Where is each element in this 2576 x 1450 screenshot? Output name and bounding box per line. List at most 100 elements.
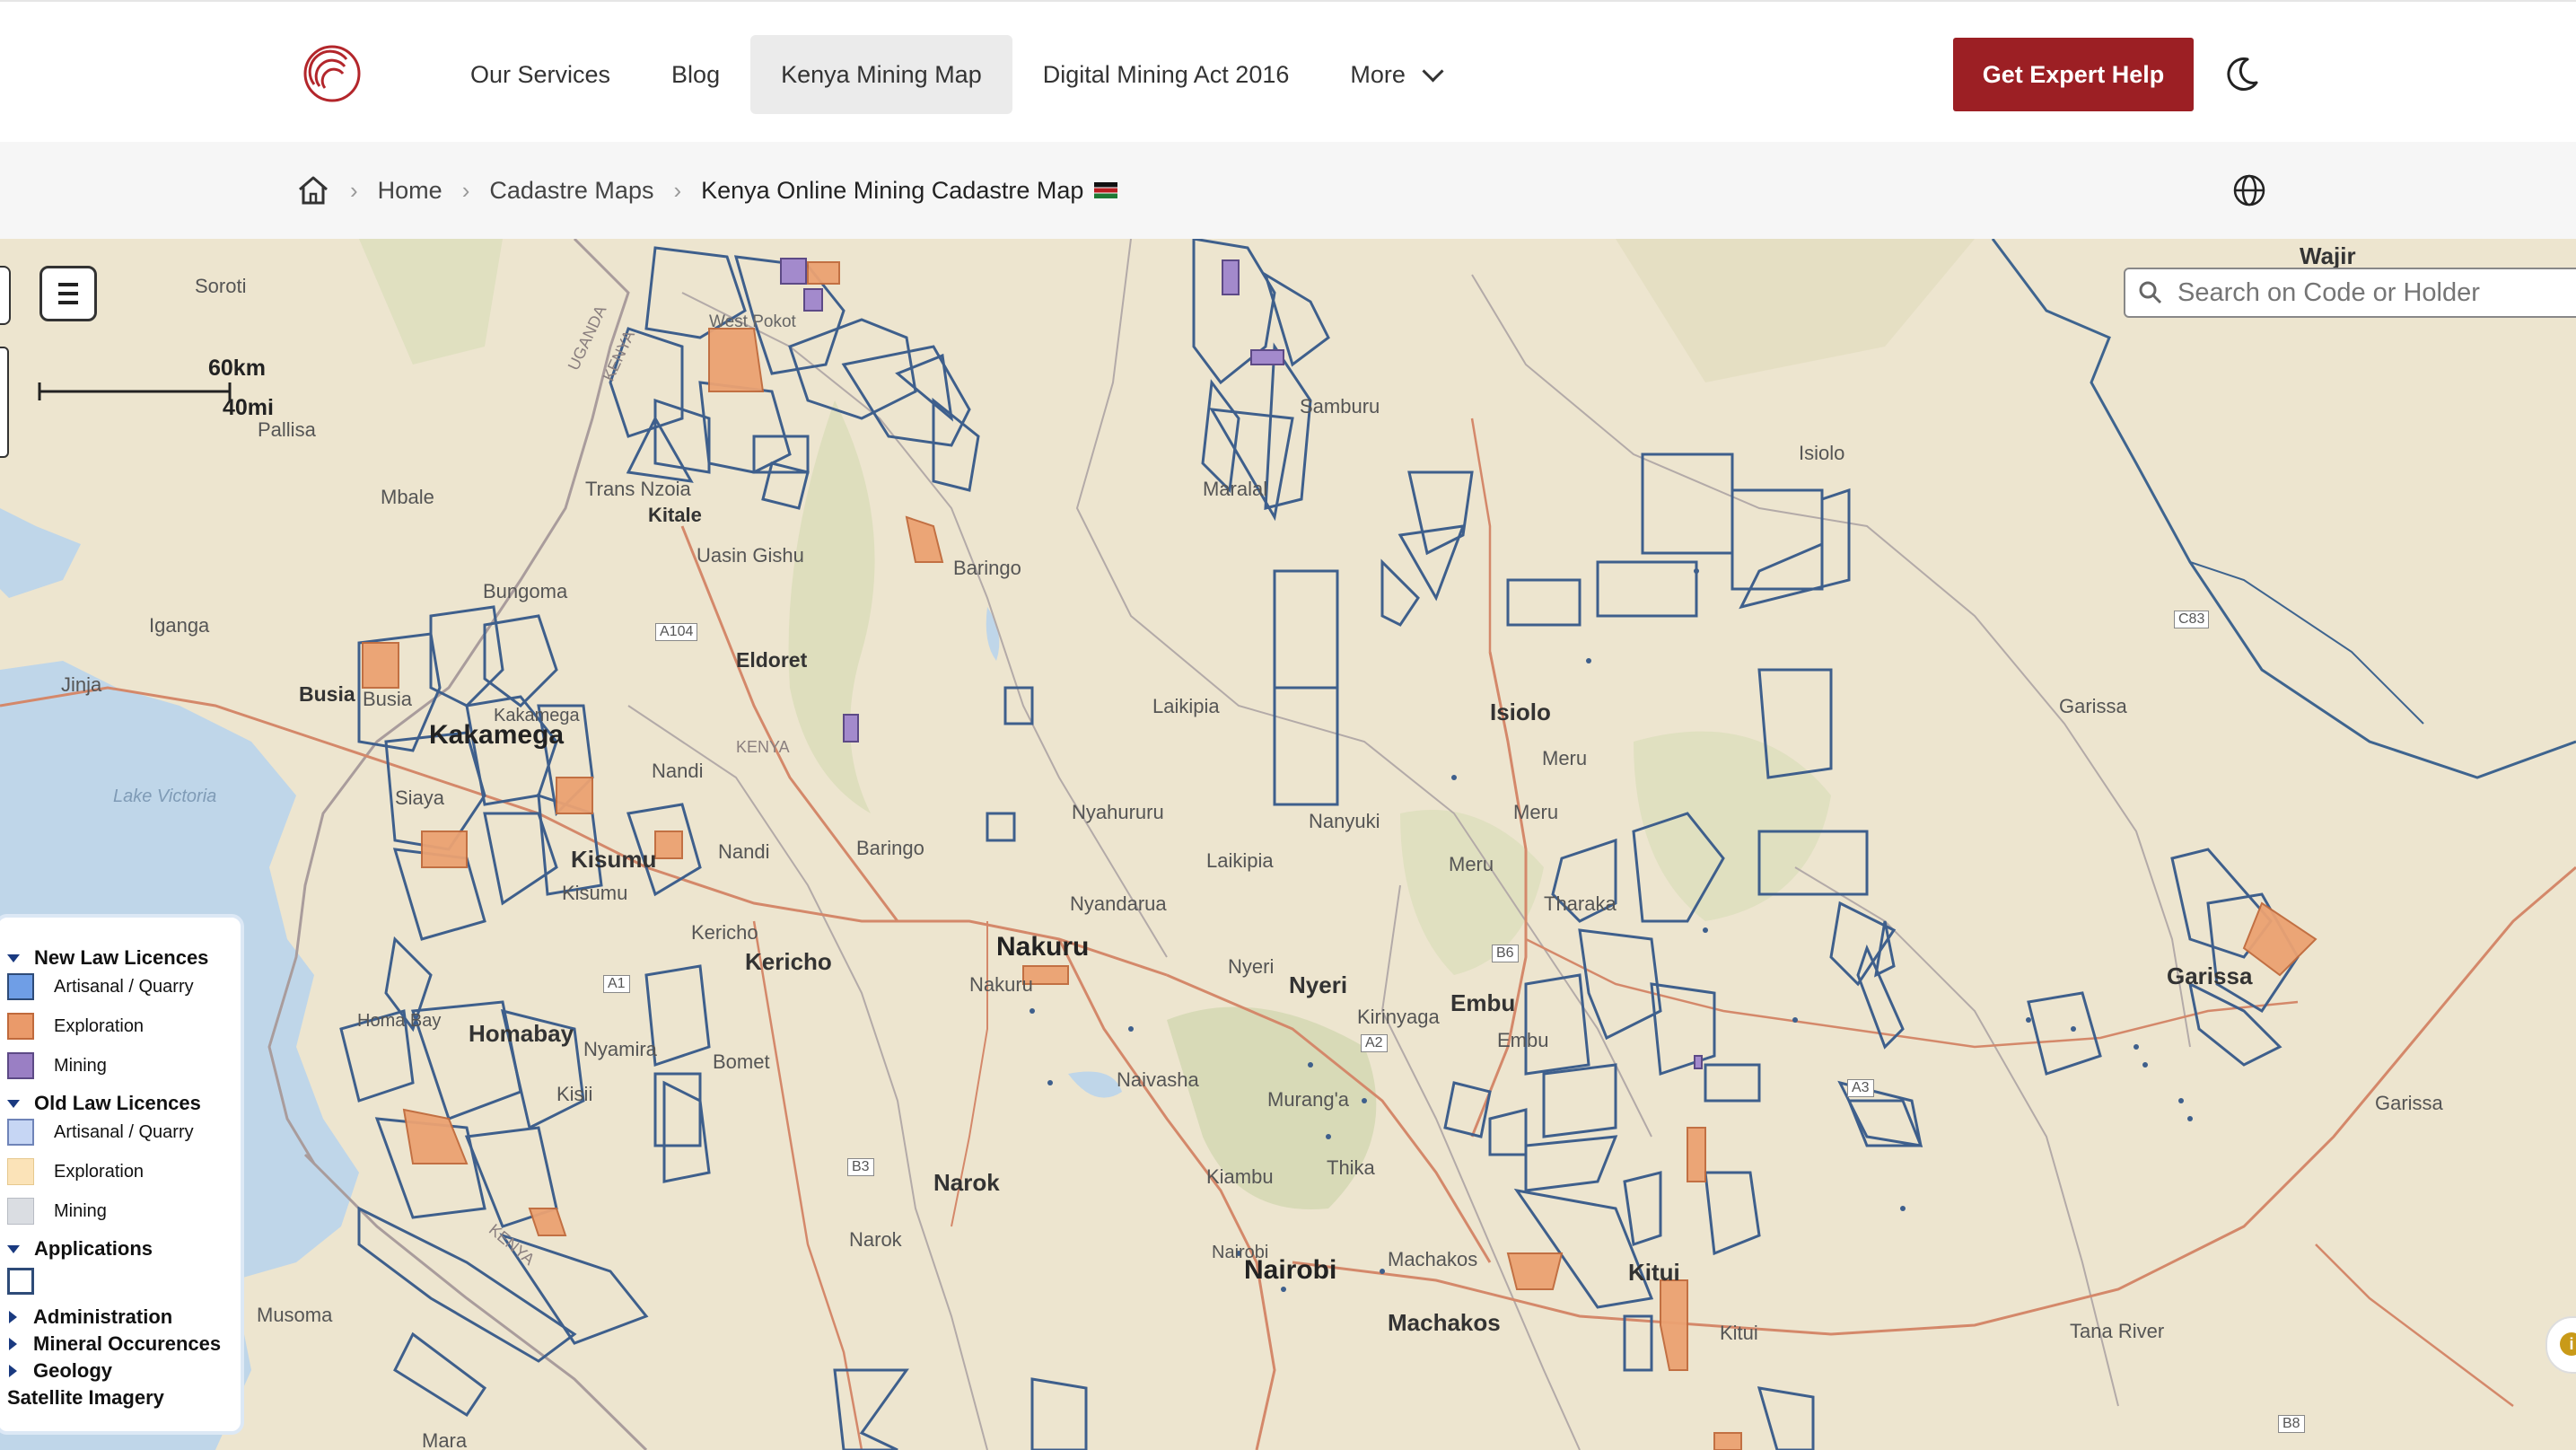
road-shield: A1: [603, 975, 630, 993]
exploration-swatch: [7, 1013, 34, 1040]
place-label: Embu: [1497, 1029, 1549, 1051]
place-label: Nyandarua: [1070, 892, 1167, 915]
place-label: Embu: [1450, 989, 1516, 1016]
breadcrumb-home[interactable]: Home: [378, 177, 442, 205]
layers-menu-button[interactable]: [39, 266, 97, 321]
chevron-right-icon: ›: [350, 176, 358, 204]
nav-label: Blog: [671, 61, 721, 88]
place-label: Soroti: [195, 275, 247, 297]
breadcrumb-bar: › Home › Cadastre Maps › Kenya Online Mi…: [0, 142, 2576, 239]
place-label: Homabay: [469, 1020, 574, 1047]
nav-blog[interactable]: Blog: [641, 35, 750, 114]
nav-label: Digital Mining Act 2016: [1042, 61, 1290, 88]
map-search-box[interactable]: [2124, 268, 2576, 318]
place-label: Meru: [1542, 747, 1588, 769]
place-label: Isiolo: [1799, 442, 1845, 464]
place-label: Kitui: [1628, 1259, 1680, 1286]
application-swatch: [7, 1268, 34, 1295]
place-label: Nanyuki: [1309, 810, 1380, 832]
place-label: Baringo: [953, 557, 1021, 579]
place-label: Busia: [299, 682, 355, 706]
nav-more-dropdown[interactable]: More: [1319, 35, 1471, 114]
caret-down-icon: [7, 1244, 20, 1253]
nav-label: More: [1350, 61, 1406, 88]
place-label: Uasin Gishu: [697, 544, 804, 567]
cadastre-map[interactable]: Soroti Pallisa Mbale Iganga Jinja Busia …: [0, 239, 2576, 1450]
brand-logo[interactable]: [302, 43, 363, 104]
map-control-edge[interactable]: [0, 266, 11, 325]
terrain-patch: [788, 400, 875, 813]
place-label: Bomet: [713, 1050, 770, 1073]
place-label: Garissa: [2167, 962, 2253, 989]
get-expert-help-button[interactable]: Get Expert Help: [1953, 38, 2194, 111]
legend-group-applications[interactable]: Applications: [0, 1237, 153, 1261]
place-label: Nakuru: [969, 973, 1033, 996]
legend-group-satellite[interactable]: Satellite Imagery: [7, 1386, 164, 1410]
zoom-control-edge[interactable]: [0, 347, 9, 458]
nav-our-services[interactable]: Our Services: [440, 35, 641, 114]
country-label: KENYA: [736, 738, 790, 756]
place-label: Busia: [363, 688, 413, 710]
place-label: Laikipia: [1152, 695, 1220, 717]
caret-down-icon: [7, 953, 20, 962]
place-label: Laikipia: [1206, 849, 1274, 872]
place-label: Murang'a: [1267, 1088, 1350, 1111]
place-label: Siaya: [395, 787, 445, 809]
legend-item: [0, 1268, 54, 1295]
legend-group-title: Satellite Imagery: [7, 1386, 164, 1409]
road-shield: A104: [655, 623, 698, 641]
place-label: Kitale: [648, 504, 702, 526]
legend-group-administration[interactable]: Administration: [0, 1305, 172, 1329]
place-label: West Pokot: [709, 312, 796, 331]
place-label: Homa Bay: [357, 1011, 442, 1031]
place-label: Machakos: [1388, 1248, 1478, 1270]
lake-naivasha-water: [1068, 1071, 1122, 1098]
legend-item-label: Mining: [54, 1200, 107, 1221]
place-label: Tana River: [2070, 1320, 2165, 1342]
search-icon: [2139, 281, 2162, 304]
licence-cluster-samburu[interactable]: [1192, 239, 1474, 806]
nav-kenya-mining-map[interactable]: Kenya Mining Map: [750, 35, 1012, 114]
mining-licences[interactable]: [780, 258, 1703, 1069]
road-shield: B3: [847, 1158, 874, 1176]
legend-group-new-law[interactable]: New Law Licences: [0, 946, 208, 970]
legend-group-old-law[interactable]: Old Law Licences: [0, 1092, 201, 1115]
place-label: Trans Nzoia: [585, 478, 691, 500]
scale-bar-line: [38, 382, 232, 400]
lake-kyoga-water: [0, 508, 81, 598]
legend-item: Mining: [0, 1198, 107, 1225]
legend-group-mineral[interactable]: Mineral Occurences: [0, 1332, 221, 1356]
county-boundary: [627, 705, 988, 1450]
nav-digital-mining-act[interactable]: Digital Mining Act 2016: [1012, 35, 1320, 114]
place-label: Machakos: [1388, 1309, 1501, 1336]
caret-down-icon: [7, 1099, 20, 1108]
licence-cluster-nw[interactable]: [609, 246, 980, 510]
breadcrumb-cadastre-maps[interactable]: Cadastre Maps: [489, 177, 653, 205]
place-label: Iganga: [149, 614, 210, 637]
legend-item-label: Artisanal / Quarry: [54, 976, 194, 997]
legend-group-title: Geology: [33, 1359, 113, 1382]
home-icon[interactable]: [296, 174, 330, 207]
place-label: Kisumu: [562, 882, 628, 904]
globe-language-icon[interactable]: [2231, 172, 2267, 208]
terrain-patch: [359, 239, 503, 365]
scale-bar: 60km 40mi: [38, 356, 274, 420]
legend-group-geology[interactable]: Geology: [0, 1359, 112, 1383]
place-label: Naivasha: [1117, 1068, 1199, 1091]
search-input[interactable]: [2176, 277, 2574, 309]
road-shield: A3: [1847, 1079, 1874, 1097]
dark-mode-moon-icon[interactable]: [2221, 54, 2262, 95]
caret-right-icon: [9, 1338, 17, 1350]
place-label: Nyahururu: [1072, 801, 1164, 823]
place-label: Nakuru: [996, 932, 1090, 962]
exploration-swatch: [7, 1158, 34, 1185]
kenya-flag-icon: [1094, 182, 1118, 198]
place-label: Kisumu: [571, 846, 657, 873]
place-label: Thika: [1327, 1156, 1375, 1179]
place-label: Garissa: [2059, 695, 2127, 717]
place-label: Meru: [1449, 853, 1494, 875]
place-label: Kiambu: [1206, 1165, 1274, 1188]
place-label: Nyamira: [583, 1038, 657, 1060]
licence-cluster-garissa[interactable]: [1846, 848, 2300, 1147]
place-label: Samburu: [1300, 395, 1380, 417]
